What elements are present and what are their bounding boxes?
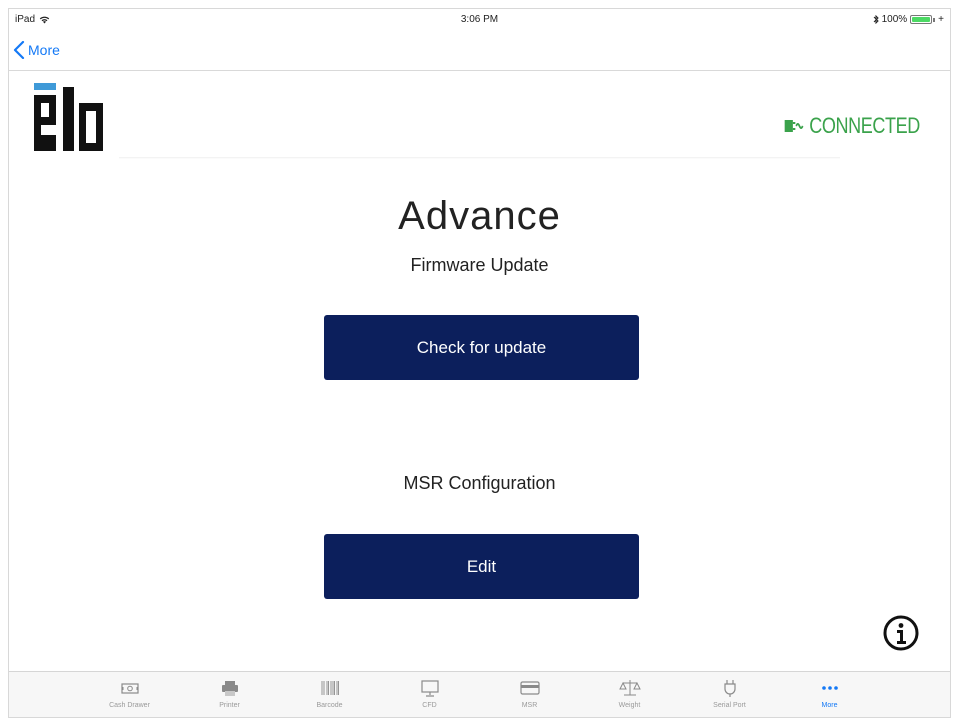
tab-barcode[interactable]: Barcode: [280, 672, 380, 717]
msr-configuration-heading: MSR Configuration: [403, 473, 556, 493]
status-bar: iPad 3:06 PM 100% +: [9, 9, 950, 31]
back-button-label: More: [28, 42, 60, 58]
header-divider: [119, 157, 840, 159]
chevron-left-icon: [13, 41, 25, 59]
more-icon: [821, 686, 838, 690]
tab-label: More: [821, 702, 838, 709]
power-plug-icon: [784, 120, 804, 132]
monitor-icon: [420, 680, 439, 697]
tab-serial-port[interactable]: Serial Port: [680, 672, 780, 717]
elo-logo: [34, 83, 103, 151]
tab-more[interactable]: More: [780, 672, 880, 717]
info-icon[interactable]: [882, 614, 920, 652]
check-for-update-button[interactable]: Check for update: [324, 315, 639, 380]
bluetooth-icon: [873, 15, 879, 24]
tab-label: CFD: [422, 702, 437, 709]
tab-printer[interactable]: Printer: [180, 672, 280, 717]
tab-label: MSR: [521, 702, 538, 709]
battery-percent: 100%: [881, 14, 908, 25]
battery-icon: [910, 15, 936, 24]
card-icon: [519, 681, 540, 695]
app-screen: iPad 3:06 PM 100% + More CONNECTED Advan…: [8, 8, 951, 718]
cash-drawer-icon: [120, 683, 139, 694]
firmware-update-heading: Firmware Update: [410, 255, 549, 275]
tab-label: Printer: [219, 702, 240, 709]
plug-icon: [723, 680, 736, 697]
barcode-icon: [321, 681, 339, 695]
tab-cash-drawer[interactable]: Cash Drawer: [80, 672, 180, 717]
tab-weight[interactable]: Weight: [580, 672, 680, 717]
back-button[interactable]: More: [13, 41, 60, 59]
clock: 3:06 PM: [460, 14, 499, 25]
nav-bar: More: [9, 31, 950, 71]
tab-label: Barcode: [316, 702, 343, 709]
tab-label: Cash Drawer: [109, 702, 150, 709]
scale-icon: [618, 680, 641, 696]
tab-cfd[interactable]: CFD: [380, 672, 480, 717]
tab-bar: Cash Drawer Printer Barcode CFD MSR Weig…: [9, 671, 950, 717]
edit-msr-button[interactable]: Edit: [324, 534, 639, 599]
tab-label: Serial Port: [713, 702, 746, 709]
printer-icon: [221, 681, 238, 696]
charging-icon: +: [938, 14, 944, 25]
tab-msr[interactable]: MSR: [480, 672, 580, 717]
connection-status-label: CONNECTED: [809, 113, 920, 138]
page-title: Advance: [398, 194, 561, 238]
tab-label: Weight: [618, 702, 641, 709]
connection-status: CONNECTED: [783, 113, 920, 139]
